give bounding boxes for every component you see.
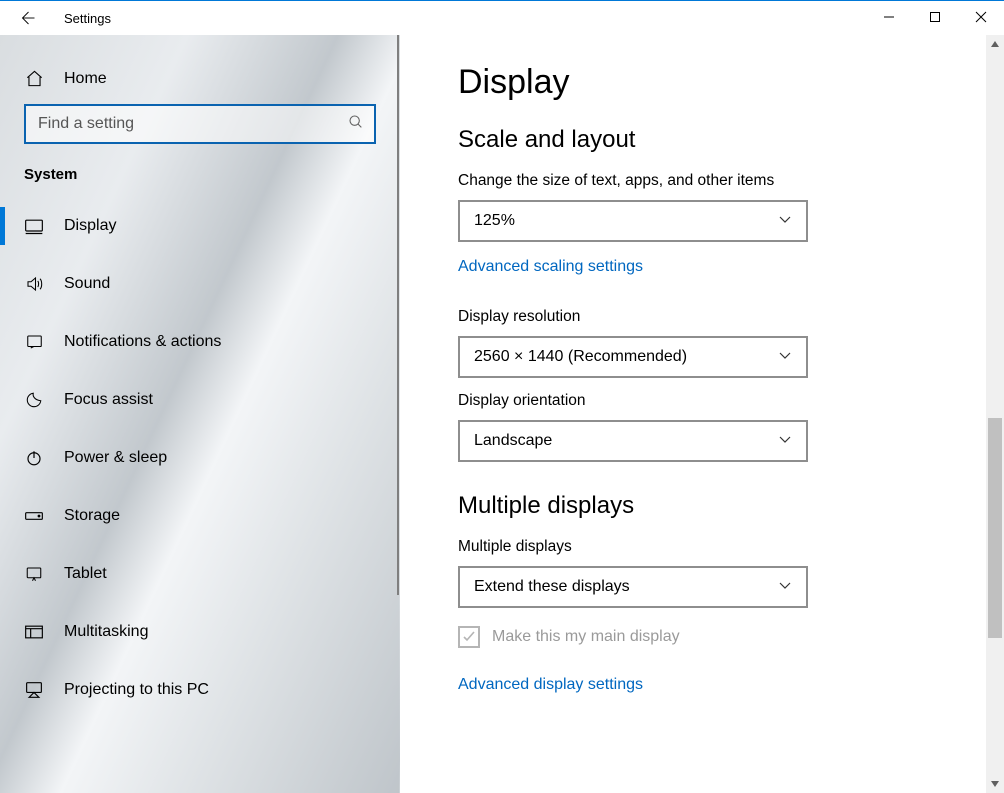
back-button[interactable]: [18, 9, 36, 27]
power-icon: [24, 449, 44, 467]
scroll-up-icon[interactable]: [986, 35, 1004, 53]
sidebar-home-label: Home: [64, 70, 107, 88]
orientation-select[interactable]: Landscape: [458, 420, 808, 462]
main-pane: Display Scale and layout Change the size…: [400, 35, 1004, 793]
sidebar-item-notifications[interactable]: Notifications & actions: [0, 313, 399, 371]
sidebar-item-projecting[interactable]: Projecting to this PC: [0, 661, 399, 719]
sidebar-item-storage[interactable]: Storage: [0, 487, 399, 545]
sidebar-item-label: Sound: [64, 275, 110, 293]
sidebar-item-tablet[interactable]: Tablet: [0, 545, 399, 603]
multiple-displays-label: Multiple displays: [458, 538, 980, 556]
sound-icon: [24, 275, 44, 293]
sidebar-item-label: Storage: [64, 507, 120, 525]
sidebar-item-label: Notifications & actions: [64, 333, 221, 351]
scale-label: Change the size of text, apps, and other…: [458, 172, 980, 190]
window-controls: [866, 1, 1004, 33]
storage-icon: [24, 509, 44, 523]
sidebar-item-multitasking[interactable]: Multitasking: [0, 603, 399, 661]
settings-window: Settings Home: [0, 1, 1004, 793]
resolution-select[interactable]: 2560 × 1440 (Recommended): [458, 336, 808, 378]
main-display-checkbox: Make this my main display: [458, 626, 980, 648]
notifications-icon: [24, 333, 44, 351]
sidebar-item-display[interactable]: Display: [0, 197, 399, 255]
scale-select[interactable]: 125%: [458, 200, 808, 242]
search-box[interactable]: [24, 104, 376, 144]
resolution-value: 2560 × 1440 (Recommended): [474, 348, 687, 366]
orientation-label: Display orientation: [458, 392, 980, 410]
multiple-displays-select[interactable]: Extend these displays: [458, 566, 808, 608]
tablet-icon: [24, 565, 44, 583]
sidebar-item-label: Multitasking: [64, 623, 148, 641]
projecting-icon: [24, 681, 44, 699]
sidebar-item-label: Tablet: [64, 565, 107, 583]
sidebar-item-label: Projecting to this PC: [64, 681, 209, 699]
main-display-checkbox-label: Make this my main display: [492, 628, 680, 646]
chevron-down-icon: [778, 578, 792, 596]
chevron-down-icon: [778, 432, 792, 450]
advanced-display-link[interactable]: Advanced display settings: [458, 676, 643, 694]
maximize-button[interactable]: [912, 1, 958, 33]
sidebar-nav: Display Sound Noti: [0, 197, 399, 719]
sidebar-item-label: Power & sleep: [64, 449, 167, 467]
orientation-value: Landscape: [474, 432, 552, 450]
multiple-displays-value: Extend these displays: [474, 578, 630, 596]
focus-assist-icon: [24, 391, 44, 409]
scroll-down-icon[interactable]: [986, 775, 1004, 793]
multitasking-icon: [24, 624, 44, 640]
page-title: Display: [458, 63, 980, 102]
sidebar-item-focus-assist[interactable]: Focus assist: [0, 371, 399, 429]
scrollbar-thumb[interactable]: [988, 418, 1002, 638]
chevron-down-icon: [778, 348, 792, 366]
sidebar-category: System: [0, 144, 399, 197]
close-button[interactable]: [958, 1, 1004, 33]
window-title: Settings: [64, 11, 111, 26]
sidebar-home[interactable]: Home: [0, 53, 399, 104]
sidebar-item-label: Display: [64, 217, 116, 235]
checkbox-icon: [458, 626, 480, 648]
resolution-label: Display resolution: [458, 308, 980, 326]
section-scale-layout: Scale and layout: [458, 126, 980, 154]
sidebar-item-power-sleep[interactable]: Power & sleep: [0, 429, 399, 487]
scale-value: 125%: [474, 212, 515, 230]
search-input[interactable]: [36, 114, 348, 134]
sidebar: Home System: [0, 35, 400, 793]
section-multiple-displays: Multiple displays: [458, 492, 980, 520]
minimize-button[interactable]: [866, 1, 912, 33]
titlebar: Settings: [0, 1, 1004, 35]
scrollbar[interactable]: [986, 35, 1004, 793]
display-icon: [24, 217, 44, 235]
advanced-scaling-link[interactable]: Advanced scaling settings: [458, 258, 643, 276]
sidebar-item-label: Focus assist: [64, 391, 153, 409]
sidebar-item-sound[interactable]: Sound: [0, 255, 399, 313]
home-icon: [24, 69, 44, 88]
search-icon: [348, 114, 364, 134]
chevron-down-icon: [778, 212, 792, 230]
